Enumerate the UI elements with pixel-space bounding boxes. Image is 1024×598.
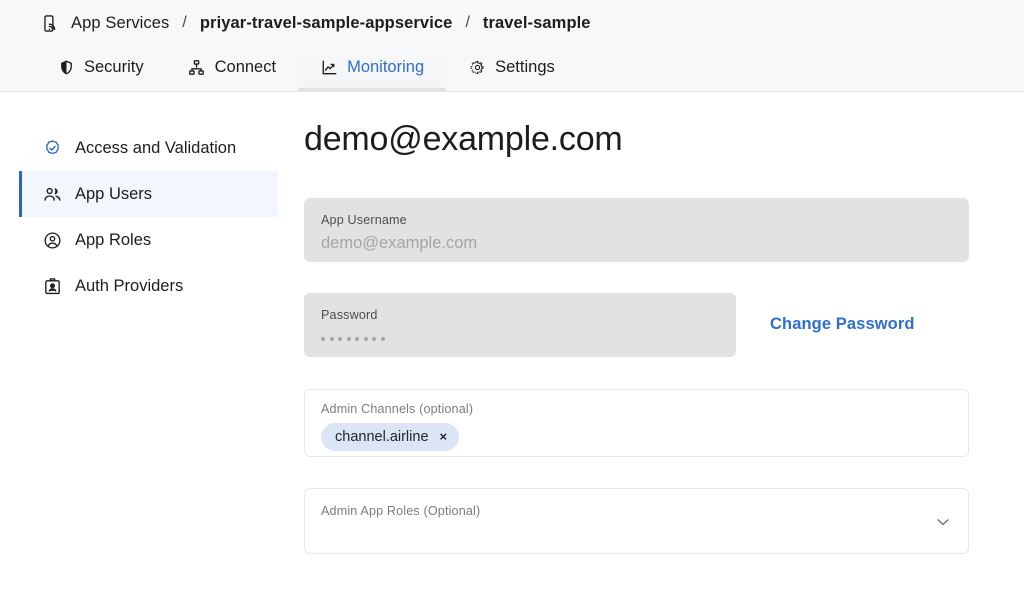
breadcrumb-database[interactable]: travel-sample: [483, 14, 591, 33]
sitemap-icon: [188, 58, 206, 76]
admin-channels-label: Admin Channels (optional): [321, 401, 474, 416]
page-body: Access and Validation App Users App Role…: [0, 92, 1024, 598]
page-title: demo@example.com: [304, 120, 623, 158]
sidebar-item-access-and-validation[interactable]: Access and Validation: [22, 125, 278, 171]
app-header: App Services / priyar-travel-sample-apps…: [0, 0, 1024, 92]
breadcrumb-service[interactable]: priyar-travel-sample-appservice: [200, 14, 453, 33]
tab-security-label: Security: [84, 57, 144, 76]
chart-line-icon: [320, 58, 338, 76]
sidebar-item-access-and-validation-label: Access and Validation: [75, 138, 237, 157]
password-row: Password Change Password: [304, 292, 969, 357]
sidebar-item-auth-providers-label: Auth Providers: [75, 276, 184, 295]
sidebar: Access and Validation App Users App Role…: [0, 92, 282, 598]
tab-settings[interactable]: Settings: [446, 46, 577, 91]
main-content: demo@example.com App Username demo@examp…: [282, 92, 1024, 598]
app-username-value: demo@example.com: [321, 233, 478, 252]
sidebar-item-app-roles[interactable]: App Roles: [22, 217, 278, 263]
app-username-label: App Username: [321, 212, 407, 227]
sidebar-item-app-users[interactable]: App Users: [19, 171, 278, 217]
admin-channels-field[interactable]: Admin Channels (optional) channel.airlin…: [304, 388, 969, 457]
tab-monitoring-label: Monitoring: [347, 57, 425, 76]
breadcrumb: App Services / priyar-travel-sample-apps…: [0, 0, 1024, 46]
change-password-button[interactable]: Change Password: [770, 315, 915, 334]
chip-channel-airline-label: channel.airline: [335, 428, 429, 445]
shield-icon: [57, 58, 75, 76]
gear-icon: [468, 58, 486, 76]
admin-channels-chip-list: channel.airline ×: [321, 422, 952, 451]
tab-connect[interactable]: Connect: [166, 46, 298, 91]
tab-security[interactable]: Security: [35, 46, 166, 91]
tab-bar: Security Connect Monitoring Settings: [0, 46, 1024, 91]
chevron-down-icon[interactable]: [932, 511, 954, 533]
tab-connect-label: Connect: [214, 57, 277, 76]
password-field[interactable]: Password: [304, 292, 736, 357]
sidebar-item-auth-providers[interactable]: Auth Providers: [22, 263, 278, 309]
app-username-field[interactable]: App Username demo@example.com: [304, 197, 969, 262]
password-label: Password: [321, 307, 378, 322]
mobile-app-icon: [40, 13, 60, 33]
sidebar-item-app-users-label: App Users: [75, 184, 153, 203]
chip-channel-airline[interactable]: channel.airline ×: [321, 422, 460, 451]
admin-app-roles-label: Admin App Roles (Optional): [321, 503, 481, 518]
sidebar-item-app-roles-label: App Roles: [75, 230, 152, 249]
tab-monitoring[interactable]: Monitoring: [298, 46, 447, 91]
user-circle-icon: [43, 231, 62, 250]
admin-app-roles-field[interactable]: Admin App Roles (Optional): [304, 487, 969, 554]
breadcrumb-root[interactable]: App Services: [71, 14, 169, 33]
breadcrumb-separator-2: /: [465, 14, 470, 31]
users-icon: [43, 185, 62, 204]
chip-remove-icon[interactable]: ×: [440, 430, 448, 443]
breadcrumb-separator-1: /: [182, 14, 187, 31]
password-masked-value: [321, 334, 719, 344]
id-badge-icon: [43, 277, 62, 296]
tab-settings-label: Settings: [495, 57, 555, 76]
check-badge-icon: [43, 139, 62, 158]
